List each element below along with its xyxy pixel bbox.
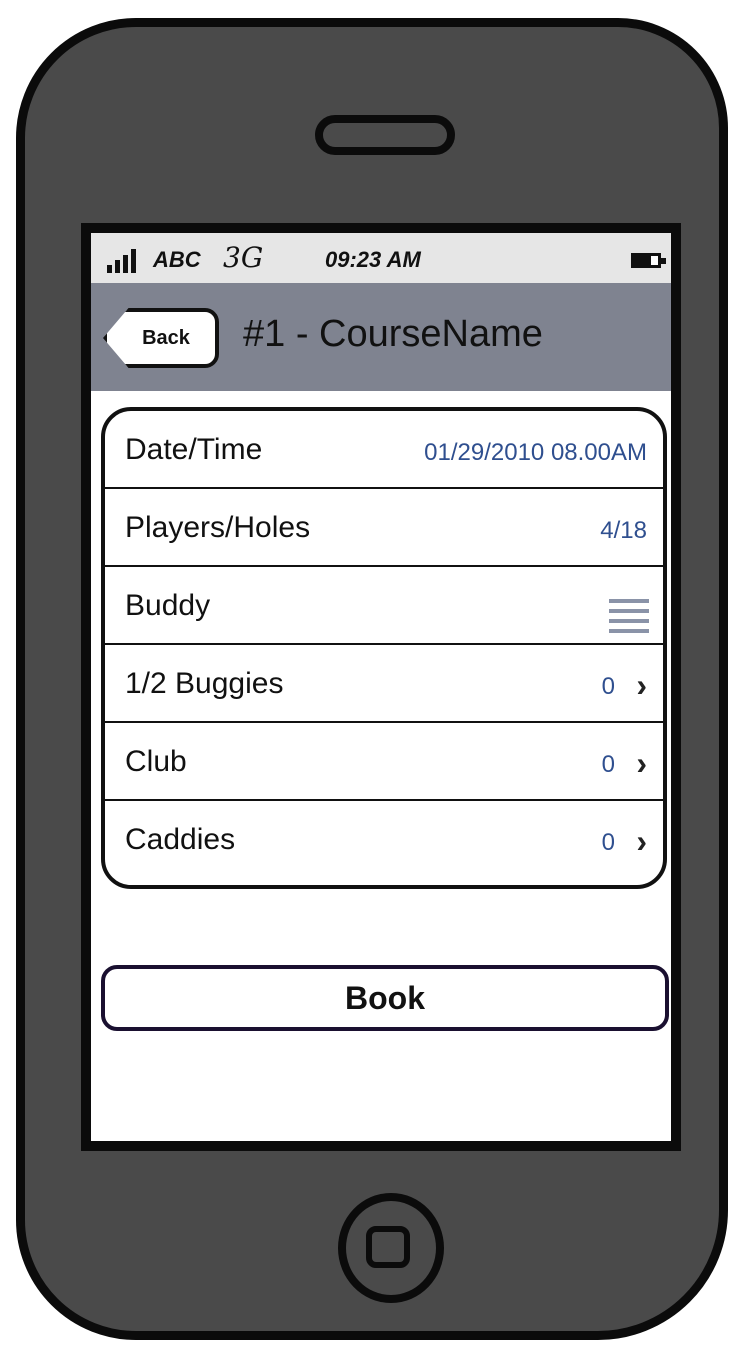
- book-button[interactable]: Book: [101, 965, 669, 1031]
- booking-details-list: Date/Time 01/29/2010 08.00AM Players/Hol…: [101, 407, 667, 889]
- status-bar: ABC 3G 09:23 AM: [91, 233, 671, 283]
- date-time-value: 01/29/2010 08.00AM: [424, 439, 647, 466]
- row-label: Date/Time: [125, 433, 263, 466]
- page-title: #1 - CourseName: [243, 313, 543, 355]
- row-label: Caddies: [125, 823, 236, 856]
- signal-bars-icon: [107, 247, 147, 273]
- buggies-row[interactable]: 1/2 Buggies 0 ›: [105, 645, 663, 723]
- row-label: Players/Holes: [125, 511, 311, 544]
- battery-icon: [631, 253, 666, 268]
- caddies-row[interactable]: Caddies 0 ›: [105, 801, 663, 879]
- chevron-right-icon: ›: [636, 667, 647, 703]
- row-label: Buddy: [125, 589, 211, 622]
- players-holes-row[interactable]: Players/Holes 4/18: [105, 489, 663, 567]
- row-label: 1/2 Buggies: [125, 667, 284, 700]
- status-time: 09:23 AM: [325, 247, 421, 272]
- speaker-slot: [315, 115, 455, 155]
- home-button[interactable]: [338, 1193, 444, 1303]
- club-row[interactable]: Club 0 ›: [105, 723, 663, 801]
- club-value: 0: [601, 751, 615, 778]
- date-time-row[interactable]: Date/Time 01/29/2010 08.00AM: [105, 411, 663, 489]
- chevron-right-icon: ›: [636, 823, 647, 859]
- row-label: Club: [125, 745, 187, 778]
- phone-frame: ABC 3G 09:23 AM Back #1 - CourseName Dat…: [16, 18, 728, 1340]
- navigation-bar: Back #1 - CourseName: [91, 283, 671, 391]
- buggies-value: 0: [601, 673, 615, 700]
- buddy-row[interactable]: Buddy: [105, 567, 663, 645]
- list-icon[interactable]: [609, 599, 649, 637]
- chevron-right-icon: ›: [636, 745, 647, 781]
- caddies-value: 0: [601, 829, 615, 856]
- players-holes-value: 4/18: [600, 517, 647, 544]
- network-type: 3G: [223, 241, 264, 274]
- back-button[interactable]: Back: [103, 308, 219, 368]
- screen: ABC 3G 09:23 AM Back #1 - CourseName Dat…: [81, 223, 681, 1151]
- home-square-icon: [366, 1226, 410, 1268]
- carrier-name: ABC: [153, 247, 201, 272]
